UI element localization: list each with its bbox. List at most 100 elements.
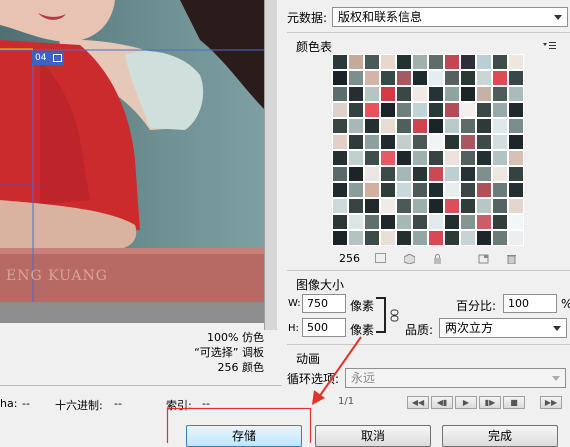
color-swatch[interactable] [445,199,459,213]
color-swatch[interactable] [397,167,411,181]
color-swatch[interactable] [429,55,443,69]
color-swatch[interactable] [445,183,459,197]
quality-select[interactable]: 两次立方 [439,318,567,338]
done-button[interactable]: 完成 [442,425,558,447]
color-swatch[interactable] [381,215,395,229]
color-swatch[interactable] [445,231,459,245]
metadata-select[interactable]: 版权和联系信息 [332,7,568,27]
color-swatch[interactable] [397,103,411,117]
color-swatch[interactable] [493,215,507,229]
color-swatch[interactable] [413,87,427,101]
color-swatch[interactable] [397,151,411,165]
color-swatch[interactable] [509,87,523,101]
color-swatch[interactable] [381,167,395,181]
color-swatch[interactable] [381,87,395,101]
color-swatch[interactable] [365,87,379,101]
color-swatch[interactable] [349,231,363,245]
color-swatch[interactable] [461,71,475,85]
color-swatch[interactable] [445,167,459,181]
color-swatch[interactable] [413,55,427,69]
color-swatch[interactable] [413,231,427,245]
previous-frame-button[interactable]: ◀▮ [431,396,453,409]
color-swatch[interactable] [445,151,459,165]
color-swatch[interactable] [381,55,395,69]
color-swatch[interactable] [477,151,491,165]
play-button[interactable]: ▶ [455,396,477,409]
image-preview[interactable]: 04 ENG KUANG [0,0,265,302]
color-swatch[interactable] [365,103,379,117]
color-swatch[interactable] [461,167,475,181]
color-swatch[interactable] [333,231,347,245]
color-swatch[interactable] [477,119,491,133]
color-swatch[interactable] [493,135,507,149]
color-swatch[interactable] [429,215,443,229]
color-swatch[interactable] [461,135,475,149]
color-swatch[interactable] [509,103,523,117]
color-swatch[interactable] [445,71,459,85]
color-swatch[interactable] [349,135,363,149]
color-swatch[interactable] [397,231,411,245]
lock-color-icon[interactable] [432,253,443,264]
color-swatch[interactable] [333,135,347,149]
color-swatch[interactable] [365,55,379,69]
color-swatch[interactable] [493,167,507,181]
color-swatch[interactable] [333,151,347,165]
first-frame-button[interactable]: ◀◀ [407,396,429,409]
color-swatch[interactable] [429,119,443,133]
color-swatch[interactable] [445,87,459,101]
color-swatch[interactable] [509,231,523,245]
color-swatch[interactable] [429,71,443,85]
color-swatch[interactable] [397,119,411,133]
slice-badge[interactable]: 04 [32,52,64,65]
color-swatch[interactable] [477,199,491,213]
color-swatch[interactable] [413,135,427,149]
color-swatch[interactable] [477,231,491,245]
width-input[interactable]: 750 [302,294,346,313]
color-swatch[interactable] [349,151,363,165]
save-button[interactable]: 存储 [186,425,302,447]
color-swatch[interactable] [429,87,443,101]
color-swatch[interactable] [349,215,363,229]
percent-input[interactable]: 100 [503,294,557,313]
color-swatch[interactable] [509,183,523,197]
color-swatch[interactable] [461,199,475,213]
loop-select[interactable]: 永远 [345,368,566,388]
color-swatch[interactable] [397,135,411,149]
color-swatch[interactable] [333,55,347,69]
color-swatch[interactable] [349,71,363,85]
color-swatch[interactable] [493,231,507,245]
color-swatch[interactable] [445,103,459,117]
color-swatch[interactable] [381,119,395,133]
color-swatch[interactable] [349,87,363,101]
stop-button[interactable]: ■ [503,396,525,409]
next-frame-button[interactable]: ▮▶ [479,396,501,409]
color-swatch[interactable] [413,167,427,181]
color-swatch[interactable] [333,199,347,213]
color-swatch[interactable] [477,167,491,181]
color-swatch[interactable] [333,119,347,133]
color-swatch[interactable] [397,55,411,69]
color-swatch[interactable] [429,103,443,117]
color-swatch[interactable] [509,119,523,133]
new-color-icon[interactable] [478,253,489,264]
cancel-button[interactable]: 取消 [315,425,431,447]
color-swatch[interactable] [365,199,379,213]
color-swatch[interactable] [461,151,475,165]
color-swatch[interactable] [445,215,459,229]
color-swatch[interactable] [477,71,491,85]
color-swatch[interactable] [333,103,347,117]
color-swatch[interactable] [429,135,443,149]
color-swatch[interactable] [333,167,347,181]
color-swatch[interactable] [509,199,523,213]
color-swatch[interactable] [333,71,347,85]
color-swatch[interactable] [365,231,379,245]
color-swatch[interactable] [429,151,443,165]
color-swatch[interactable] [461,231,475,245]
color-swatch[interactable] [429,167,443,181]
preview-scrollbar[interactable] [264,0,277,330]
color-swatch[interactable] [461,215,475,229]
panel-menu-icon[interactable] [543,39,557,49]
web-snap-icon[interactable] [403,253,416,265]
color-swatch[interactable] [509,71,523,85]
color-swatch[interactable] [413,183,427,197]
